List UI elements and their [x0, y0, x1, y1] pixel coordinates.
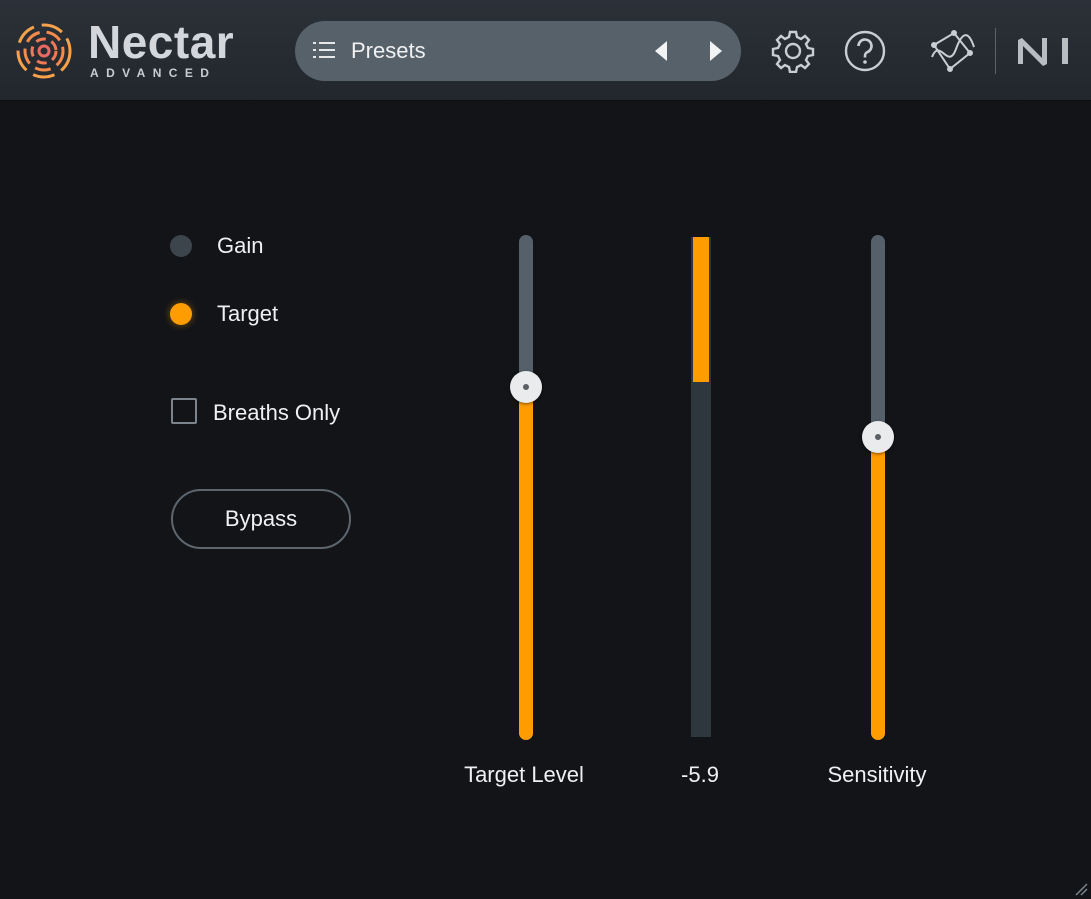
radio-gain-label: Gain [217, 233, 264, 258]
header-bar: Nectar ADVANCED Presets [0, 0, 1091, 101]
radio-target[interactable] [170, 303, 192, 325]
target-level-fill [519, 386, 533, 740]
bypass-button[interactable]: Bypass [171, 489, 351, 549]
sensitivity-thumb[interactable] [862, 421, 894, 453]
app-edition: ADVANCED [90, 66, 217, 80]
sensitivity-slider[interactable] [858, 235, 898, 740]
sensitivity-track[interactable] [871, 235, 885, 740]
resize-handle-icon[interactable] [1074, 882, 1088, 896]
meter-value-readout: -5.9 [681, 762, 719, 787]
gear-icon[interactable] [771, 29, 815, 73]
level-meter-fill [693, 237, 709, 382]
breaths-only-label: Breaths Only [213, 400, 341, 425]
radio-gain[interactable] [170, 235, 192, 257]
sensitivity-label: Sensitivity [827, 762, 927, 787]
arrow-left-icon[interactable] [649, 38, 675, 64]
presets-label[interactable]: Presets [351, 38, 426, 64]
target-level-label: Target Level [464, 762, 584, 787]
assistant-icon[interactable] [928, 27, 978, 77]
native-instruments-logo[interactable] [1016, 36, 1072, 66]
preset-bar[interactable]: Presets [295, 21, 741, 81]
header-divider [995, 28, 996, 74]
help-icon[interactable] [843, 29, 887, 73]
radio-target-label: Target [217, 301, 279, 326]
level-meter [691, 237, 711, 737]
nectar-logo-icon [16, 23, 72, 79]
breaths-only-checkbox[interactable] [171, 398, 197, 424]
app-name: Nectar [88, 16, 235, 68]
target-level-track[interactable] [519, 235, 533, 740]
arrow-right-icon[interactable] [702, 38, 728, 64]
sensitivity-fill [871, 437, 885, 740]
presets-list-icon[interactable] [313, 41, 335, 59]
target-level-thumb[interactable] [510, 370, 542, 403]
target-level-slider[interactable] [506, 235, 546, 740]
